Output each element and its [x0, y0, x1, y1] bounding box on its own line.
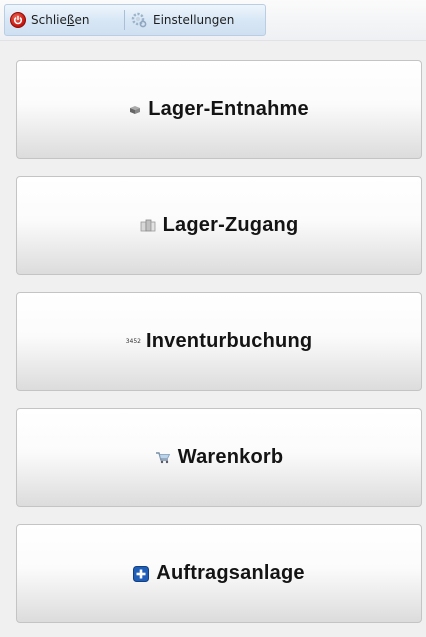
box-out-icon — [129, 105, 141, 115]
gear-icon — [131, 12, 147, 28]
auftragsanlage-button[interactable]: Auftragsanlage — [16, 524, 422, 623]
lager-zugang-button[interactable]: Lager-Zugang — [16, 176, 422, 275]
button-label: Auftragsanlage — [156, 562, 305, 584]
button-label: Lager-Entnahme — [148, 98, 309, 120]
lager-entnahme-button[interactable]: Lager-Entnahme — [16, 60, 422, 159]
close-label: Schließen — [31, 13, 90, 27]
settings-label: Einstellungen — [153, 13, 235, 27]
plus-icon — [133, 565, 150, 582]
power-icon — [10, 12, 26, 28]
inventurbuchung-button[interactable]: 3452 Inventurbuchung — [16, 292, 422, 391]
cart-icon — [155, 451, 171, 464]
button-label: Warenkorb — [177, 446, 284, 468]
toolbar-group: Schließen Einstellungen — [4, 4, 266, 36]
warenkorb-button[interactable]: Warenkorb — [16, 408, 422, 507]
counter-icon: 3452 — [125, 338, 141, 345]
toolbar: Schließen Einstellungen — [0, 0, 426, 41]
button-label: Lager-Zugang — [162, 214, 299, 236]
close-button[interactable]: Schließen — [10, 5, 89, 35]
toolbar-divider — [124, 10, 125, 30]
settings-button[interactable]: Einstellungen — [131, 5, 234, 35]
boxes-in-icon — [140, 219, 156, 232]
button-label: Inventurbuchung — [145, 330, 313, 352]
